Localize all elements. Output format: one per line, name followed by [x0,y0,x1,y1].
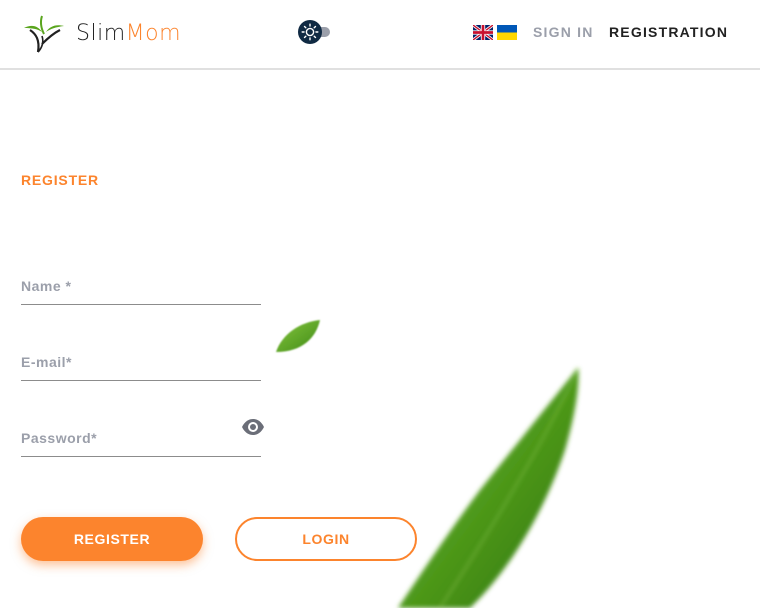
theme-toggle[interactable] [298,20,332,44]
theme-toggle-knob [298,20,322,44]
nav-registration-link[interactable]: REGISTRATION [609,24,728,40]
logo-icon [24,15,64,53]
logo-text-mom: Mom [125,20,181,46]
password-input[interactable] [21,420,261,456]
register-button[interactable]: REGISTER [21,517,203,561]
name-input[interactable] [21,268,261,304]
language-switcher [473,25,517,40]
login-button[interactable]: LOGIN [235,517,417,561]
uk-flag-icon[interactable] [473,25,493,40]
nav-sign-in-link[interactable]: SIGN IN [533,24,594,40]
password-field [21,420,261,457]
eye-icon[interactable] [241,418,265,436]
logo-text: SlimMom [76,21,181,46]
form-title: REGISTER [21,172,99,188]
email-input[interactable] [21,344,261,380]
name-field [21,268,261,305]
logo[interactable]: SlimMom [20,12,181,54]
registration-page: SlimMom SIGN IN REGISTRATION REGISTER Na… [0,0,760,608]
ukraine-flag-icon[interactable] [497,25,517,40]
email-field [21,344,261,381]
logo-text-slim: Slim [76,20,126,46]
sun-icon [301,23,319,41]
header: SlimMom SIGN IN REGISTRATION [0,0,760,70]
